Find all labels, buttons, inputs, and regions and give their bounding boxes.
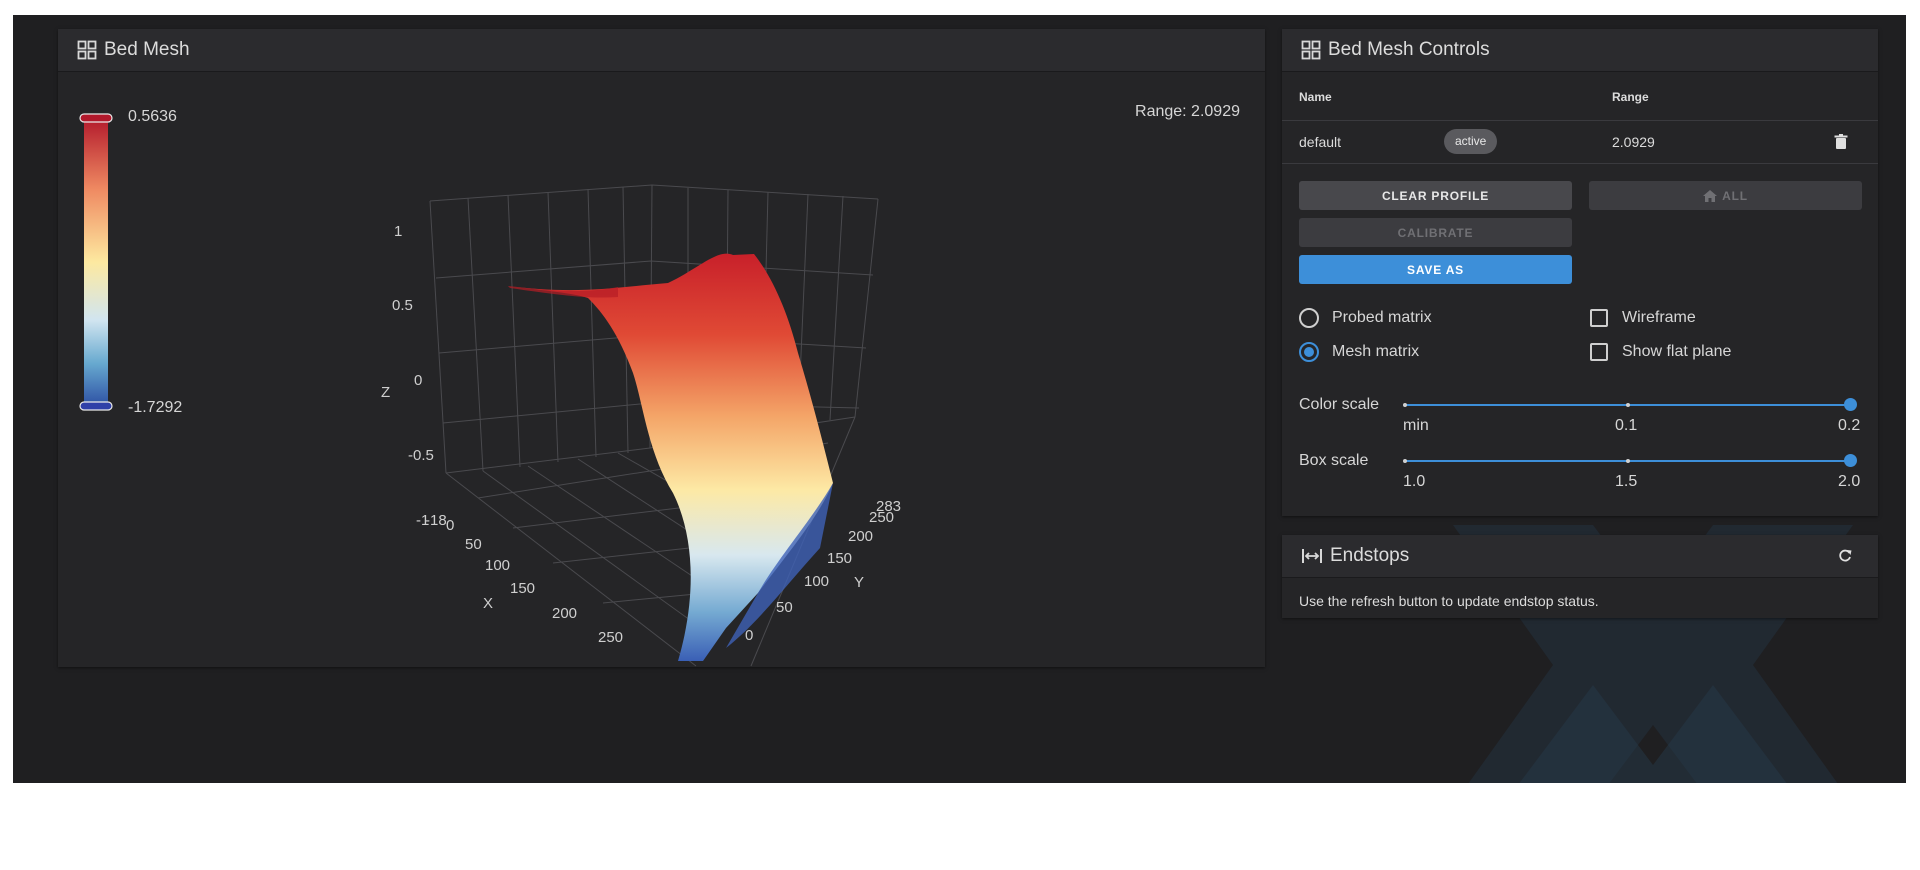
show-flat-plane-checkbox[interactable] [1590, 343, 1608, 361]
active-badge: active [1444, 129, 1498, 154]
home-icon [1703, 189, 1718, 202]
color-scale-label: Color scale [1299, 396, 1380, 413]
bed-mesh-controls-title: Bed Mesh Controls [1328, 39, 1490, 60]
box-scale-tick [1626, 459, 1630, 463]
profile-name: default [1299, 134, 1342, 150]
endstops-panel: Endstops Use the refresh button to updat… [1282, 535, 1878, 618]
column-header-range: Range [1612, 90, 1649, 104]
y-tick-label: 250 [869, 509, 895, 526]
mesh-matrix-label[interactable]: Mesh matrix [1332, 343, 1419, 361]
x-tick-label: 0 [446, 517, 455, 534]
wireframe-checkbox[interactable] [1590, 309, 1608, 327]
z-tick-label: 0.5 [392, 297, 413, 314]
grid-icon [77, 40, 97, 60]
profile-range: 2.0929 [1612, 134, 1655, 150]
box-scale-label: Box scale [1299, 452, 1369, 469]
color-scale-tick [1403, 403, 1407, 407]
color-scale-thumb[interactable] [1844, 398, 1857, 411]
home-all-button[interactable]: ALL [1589, 181, 1862, 210]
z-tick-label: -0.5 [408, 447, 434, 464]
bed-mesh-controls-header: Bed Mesh Controls [1282, 29, 1878, 72]
calibrate-button[interactable]: CALIBRATE [1299, 218, 1572, 247]
clear-profile-button[interactable]: CLEAR PROFILE [1299, 181, 1572, 210]
x-tick-label: 100 [485, 557, 511, 574]
probed-matrix-radio[interactable] [1299, 308, 1319, 328]
box-scale-tick-label: 2.0 [1838, 473, 1861, 490]
endstops-message: Use the refresh button to update endstop… [1299, 593, 1599, 609]
y-tick-label: 150 [827, 550, 853, 567]
endstops-icon [1302, 549, 1322, 563]
x-axis-label: X [483, 595, 494, 612]
bed-mesh-header: Bed Mesh [58, 29, 1265, 72]
x-tick-label: 50 [465, 536, 482, 553]
color-scale-tick [1626, 403, 1630, 407]
color-scale-tick-label: min [1403, 417, 1429, 434]
background-logo [1453, 525, 1853, 783]
box-scale-tick-label: 1.0 [1403, 473, 1426, 490]
x-tick-label: 200 [552, 605, 578, 622]
x-tick-label: 250 [598, 629, 624, 646]
grid-icon [1301, 40, 1321, 60]
save-as-button[interactable]: SAVE AS [1299, 255, 1572, 284]
z-axis-label: Z [381, 384, 391, 401]
delete-icon[interactable] [1834, 134, 1848, 150]
column-header-name: Name [1299, 90, 1332, 104]
profiles-table-header: Name Range [1282, 73, 1878, 121]
x-tick-label: 150 [510, 580, 536, 597]
z-tick-label: 1 [394, 223, 403, 240]
mesh-surface-top-fold [508, 286, 618, 298]
z-tick-label: 0 [414, 372, 423, 389]
y-tick-label: 50 [776, 599, 793, 616]
box-scale-tick-label: 1.5 [1615, 473, 1638, 490]
home-all-label: ALL [1722, 188, 1748, 203]
box-scale-tick [1403, 459, 1407, 463]
color-scale-tick-label: 0.2 [1838, 417, 1861, 434]
y-tick-label: 0 [745, 627, 754, 644]
endstops-title: Endstops [1330, 545, 1410, 566]
color-scale-tick-label: 0.1 [1615, 417, 1638, 434]
endstops-header: Endstops [1282, 535, 1878, 578]
bed-mesh-title: Bed Mesh [104, 39, 190, 60]
y-tick-label: 100 [804, 573, 830, 590]
mesh-matrix-radio[interactable] [1299, 342, 1319, 362]
x-tick-label: -18 [425, 512, 447, 529]
wireframe-label[interactable]: Wireframe [1622, 309, 1696, 327]
show-flat-plane-label[interactable]: Show flat plane [1622, 343, 1731, 361]
box-scale-thumb[interactable] [1844, 454, 1857, 467]
refresh-icon[interactable] [1838, 549, 1852, 563]
mesh-3d-plot[interactable] [58, 73, 1265, 667]
y-tick-label: 200 [848, 528, 874, 545]
table-row[interactable]: default active 2.0929 [1282, 121, 1878, 164]
app-background: Bed Mesh 0.5636 -1.7292 Range: 2.0929 1 … [13, 15, 1906, 783]
probed-matrix-label[interactable]: Probed matrix [1332, 309, 1432, 327]
bed-mesh-controls-panel: Bed Mesh Controls Name Range default act… [1282, 29, 1878, 516]
bed-mesh-panel: Bed Mesh 0.5636 -1.7292 Range: 2.0929 1 … [58, 29, 1265, 667]
y-axis-label: Y [854, 574, 865, 591]
